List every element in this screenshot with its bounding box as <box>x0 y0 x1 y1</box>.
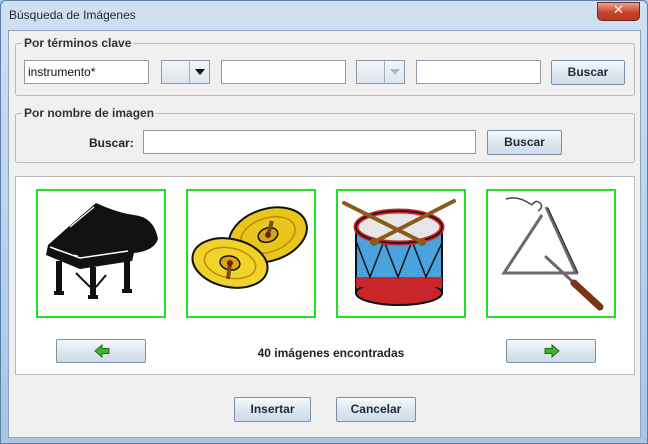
keyword-search-button[interactable]: Buscar <box>551 60 625 85</box>
triangle-icon <box>501 197 604 311</box>
name-search-label: Buscar: <box>89 136 134 150</box>
name-group: Por nombre de imagen Buscar: Buscar <box>15 106 635 163</box>
keywords-legend: Por términos clave <box>22 36 134 50</box>
arrow-left-icon <box>94 344 110 358</box>
name-search-button[interactable]: Buscar <box>487 130 562 155</box>
insert-button[interactable]: Insertar <box>234 397 311 422</box>
grand-piano-icon <box>46 203 158 299</box>
next-page-button[interactable] <box>506 339 596 363</box>
dropdown-arrow-box <box>384 61 404 83</box>
dialog-body: Por términos clave Buscar Por nombre de … <box>8 30 641 438</box>
chevron-down-icon <box>195 69 205 75</box>
operator-select-2[interactable] <box>356 60 405 84</box>
arrow-right-icon <box>544 344 560 358</box>
results-count: 40 imágenes encontradas <box>257 346 405 360</box>
operator-select-1[interactable] <box>161 60 210 84</box>
result-thumbnail[interactable] <box>36 189 166 318</box>
cancel-button[interactable]: Cancelar <box>336 397 416 422</box>
title-bar[interactable]: Búsqueda de Imágenes ✕ <box>1 1 647 29</box>
keyword-field-3[interactable] <box>416 60 541 84</box>
previous-page-button[interactable] <box>56 339 146 363</box>
result-thumbnail[interactable] <box>486 189 616 318</box>
result-thumbnail[interactable] <box>186 189 316 318</box>
image-name-field[interactable] <box>143 130 476 154</box>
results-panel: 40 imágenes encontradas <box>15 176 635 375</box>
keywords-group: Por términos clave Buscar <box>15 36 635 96</box>
keyword-field-1[interactable] <box>24 60 149 84</box>
close-button[interactable]: ✕ <box>597 2 640 21</box>
cymbals-icon <box>191 206 308 289</box>
dropdown-arrow-box <box>189 61 209 83</box>
chevron-down-icon <box>390 69 400 75</box>
drum-icon <box>342 199 456 306</box>
name-legend: Por nombre de imagen <box>22 106 157 120</box>
keyword-field-2[interactable] <box>221 60 346 84</box>
image-search-window: Búsqueda de Imágenes ✕ Por términos clav… <box>0 0 648 444</box>
window-title: Búsqueda de Imágenes <box>9 8 136 22</box>
result-thumbnail[interactable] <box>336 189 466 318</box>
